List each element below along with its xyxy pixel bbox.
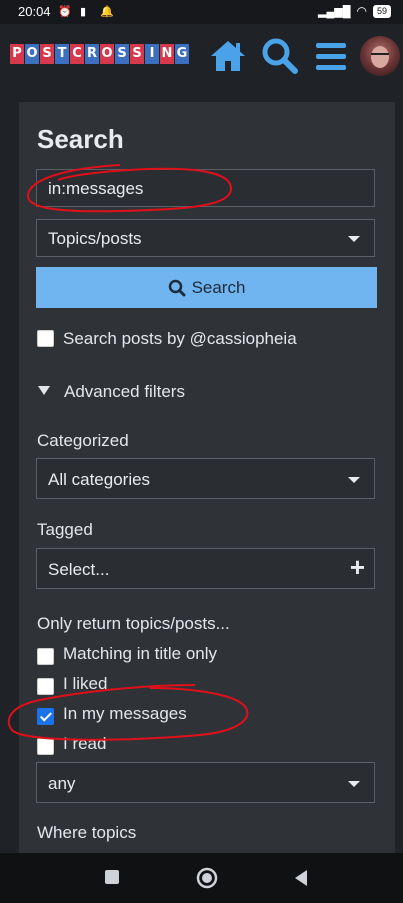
wifi-icon: ◠ <box>356 4 367 18</box>
option-label-i-read: I read <box>63 734 107 753</box>
avatar[interactable] <box>360 36 400 76</box>
android-nav-bar <box>0 853 403 903</box>
option-checkbox-title-only[interactable] <box>37 648 54 665</box>
search-posts-by-checkbox[interactable] <box>37 330 54 347</box>
recents-square-icon[interactable] <box>104 869 120 885</box>
option-label-in-my-messages: In my messages <box>63 704 187 723</box>
option-checkbox-i-liked[interactable] <box>37 678 54 695</box>
search-posts-by-label: Search posts by @cassiopheia <box>63 329 297 348</box>
category-select[interactable]: All categories <box>36 458 375 499</box>
categorized-label: Categorized <box>37 431 129 450</box>
option-label-title-only: Matching in title only <box>63 644 218 663</box>
alarm-icon: ⏰ <box>58 6 72 18</box>
logo-letter: P <box>10 44 24 64</box>
search-panel: Search in:messages Topics/posts Search S… <box>19 102 395 862</box>
logo-letter: O <box>25 44 39 64</box>
signal-icon: ▂▄▆█ <box>317 5 351 18</box>
home-circle-icon[interactable] <box>196 867 218 889</box>
site-header: POSTCROSSING <box>0 24 403 88</box>
page-title: Search <box>37 124 124 154</box>
battery-icon: 59 <box>372 4 391 18</box>
logo-letter: G <box>175 44 189 64</box>
logo-letter: O <box>100 44 114 64</box>
tagged-label: Tagged <box>37 520 93 539</box>
search-input[interactable]: in:messages <box>36 169 375 207</box>
advanced-filters-toggle[interactable]: Advanced filters <box>64 382 185 402</box>
option-label-i-liked: I liked <box>63 674 108 693</box>
plus-icon: + <box>349 552 365 582</box>
menu-icon[interactable] <box>311 36 351 76</box>
logo-letter: N <box>160 44 174 64</box>
search-button-label: Search <box>191 278 246 297</box>
tags-select[interactable]: Select... + <box>36 548 375 589</box>
logo-letter: S <box>115 44 129 64</box>
any-select[interactable]: any <box>36 762 375 803</box>
triangle-down-icon[interactable] <box>38 386 50 395</box>
home-icon[interactable] <box>208 36 248 76</box>
search-icon <box>168 279 186 297</box>
logo-letter: I <box>145 44 159 64</box>
logo-letter: S <box>130 44 144 64</box>
chevron-down-icon <box>348 236 360 242</box>
postcrossing-logo[interactable]: POSTCROSSING <box>10 44 189 64</box>
any-select-value: any <box>48 774 76 793</box>
search-icon[interactable] <box>260 36 300 76</box>
only-return-label: Only return topics/posts... <box>37 614 230 633</box>
search-input-value: in:messages <box>48 179 144 198</box>
sim-icon: ▮ <box>80 6 87 18</box>
logo-letter: S <box>40 44 54 64</box>
chevron-down-icon <box>348 477 360 483</box>
search-button[interactable]: Search <box>36 267 377 308</box>
search-type-value: Topics/posts <box>48 229 142 248</box>
option-checkbox-in-my-messages[interactable] <box>37 708 54 725</box>
logo-letter: R <box>85 44 99 64</box>
logo-letter: C <box>70 44 84 64</box>
search-type-select[interactable]: Topics/posts <box>36 219 375 257</box>
back-triangle-icon[interactable] <box>293 869 309 887</box>
notification-bell-icon: 🔔 <box>100 6 114 18</box>
status-time: 20:04 <box>18 4 51 19</box>
option-checkbox-i-read[interactable] <box>37 738 54 755</box>
status-bar: 20:04 ⏰ ▮ 🔔 ▂▄▆█ ◠ 59 <box>0 0 403 24</box>
tags-select-value: Select... <box>48 560 110 579</box>
chevron-down-icon <box>348 781 360 787</box>
logo-letter: T <box>55 44 69 64</box>
where-topics-label: Where topics <box>37 823 137 842</box>
category-select-value: All categories <box>48 470 151 489</box>
